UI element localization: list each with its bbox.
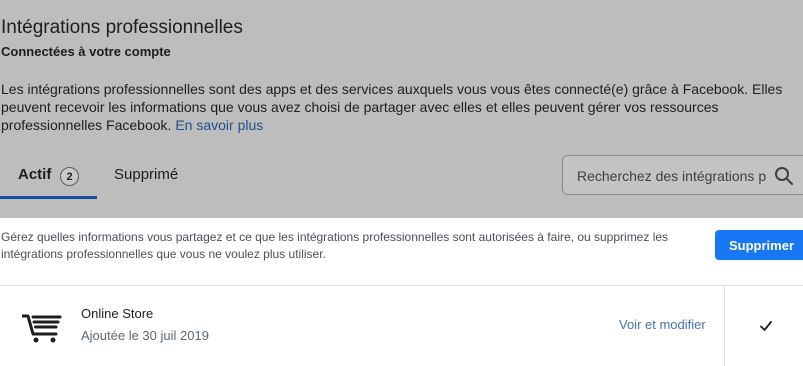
remove-button[interactable]: Supprimer	[715, 230, 803, 260]
page-description: Les intégrations professionnelles sont d…	[1, 80, 791, 134]
description-text: Les intégrations professionnelles sont d…	[1, 81, 783, 133]
integration-added-date: Ajoutée le 30 juil 2019	[81, 328, 209, 343]
search-icon[interactable]	[774, 166, 794, 186]
page-title: Intégrations professionnelles	[1, 17, 243, 38]
select-checkbox[interactable]	[758, 318, 774, 334]
column-divider	[724, 286, 725, 366]
manage-bar: Gérez quelles informations vous partagez…	[0, 218, 803, 285]
search-box	[562, 155, 803, 195]
page-subtitle: Connectées à votre compte	[1, 44, 171, 59]
shopping-cart-icon	[22, 314, 62, 343]
integration-name: Online Store	[81, 306, 154, 321]
manage-description: Gérez quelles informations vous partagez…	[1, 230, 669, 261]
tab-active[interactable]: Actif 2	[0, 155, 97, 199]
search-input[interactable]	[575, 165, 769, 187]
learn-more-link[interactable]: En savoir plus	[175, 117, 263, 133]
view-edit-link[interactable]: Voir et modifier	[619, 317, 706, 332]
tab-active-label: Actif	[18, 166, 52, 183]
integration-row: Online Store Ajoutée le 30 juil 2019 Voi…	[0, 286, 803, 366]
header-region: Intégrations professionnelles Connectées…	[0, 0, 803, 218]
tab-active-count-badge: 2	[60, 167, 79, 186]
tab-deleted[interactable]: Supprimé	[114, 155, 178, 199]
